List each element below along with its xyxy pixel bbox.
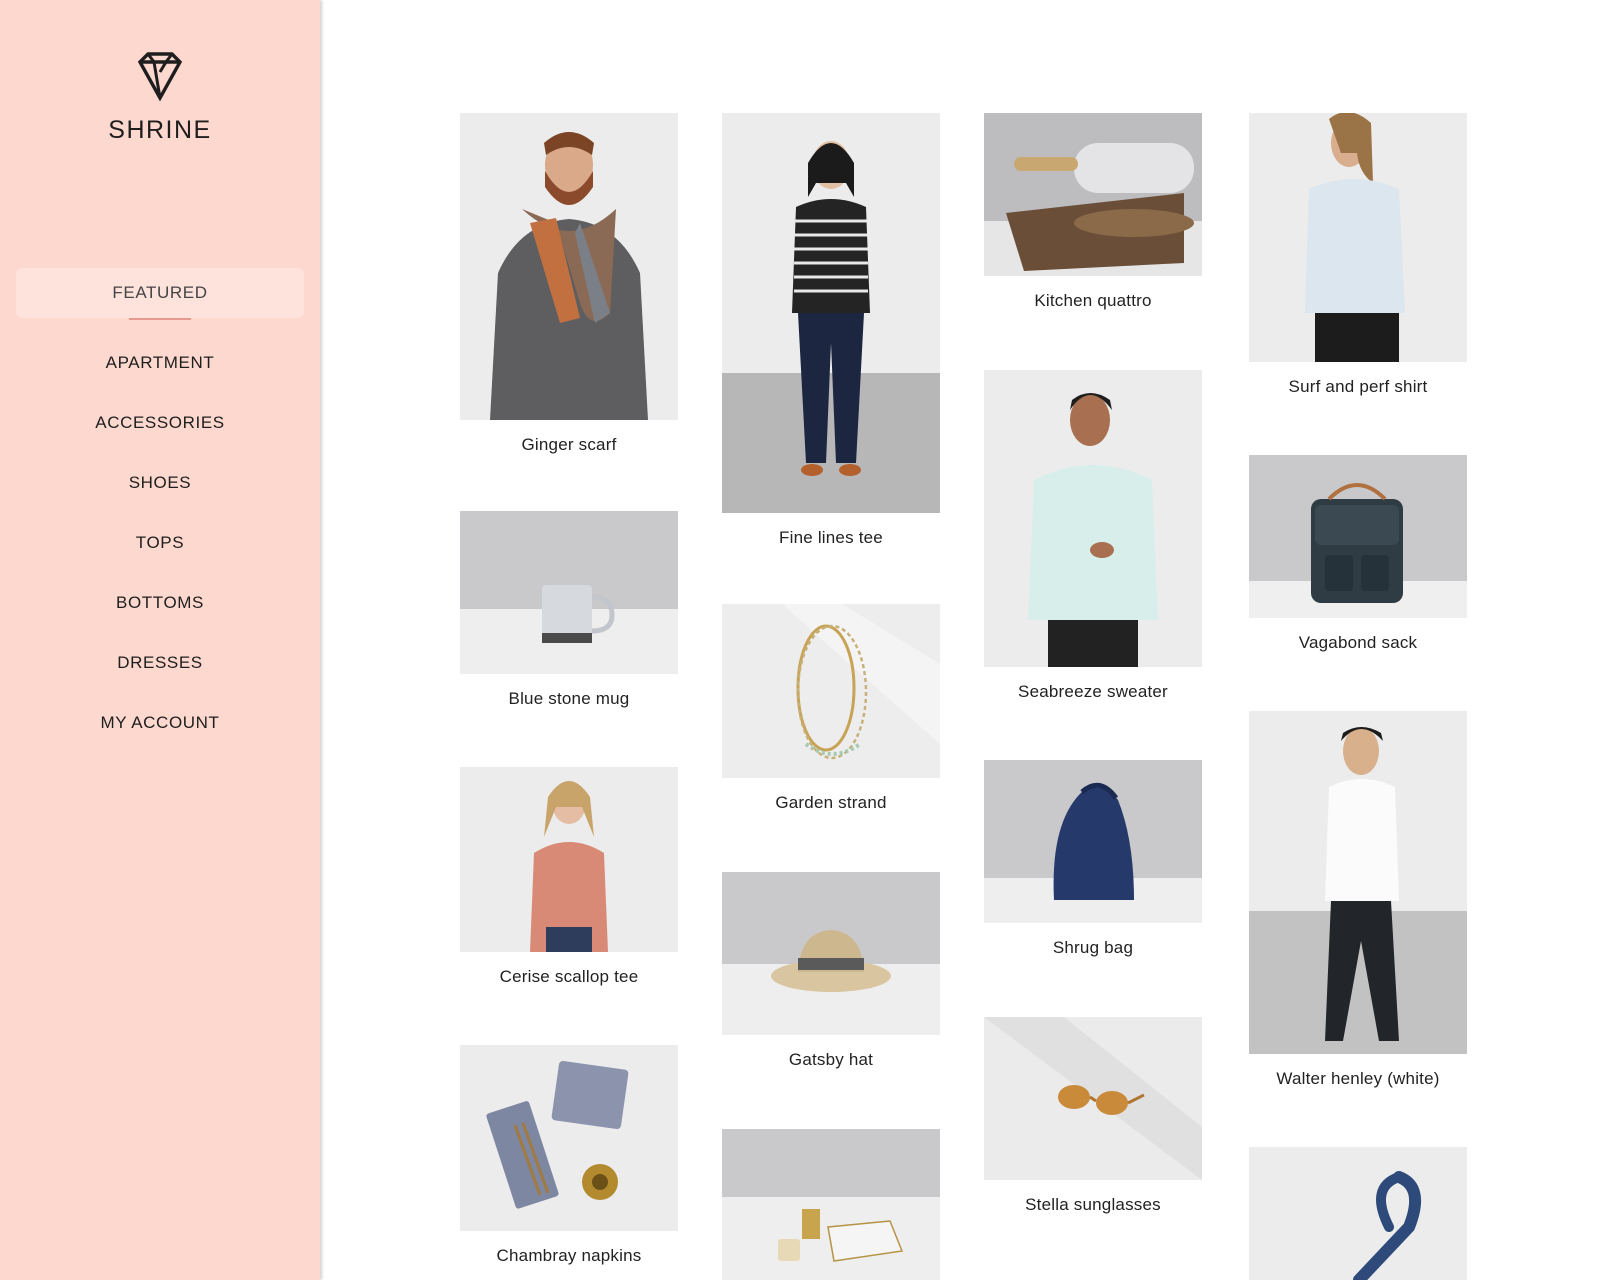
nav-item-label: MY ACCOUNT — [100, 713, 220, 732]
nav-item-my-account[interactable]: MY ACCOUNT — [16, 698, 304, 748]
product-name: Fine lines tee — [779, 528, 883, 547]
product-image — [460, 767, 678, 952]
brand: SHRINE — [0, 50, 320, 145]
product-name: Chambray napkins — [496, 1246, 642, 1265]
product-card-walter-henley-white[interactable]: Walter henley (white) — [1249, 711, 1467, 1089]
brand-name: SHRINE — [108, 116, 212, 144]
product-card-ginger-scarf[interactable]: Ginger scarf — [460, 113, 678, 455]
product-card-cerise-scallop-tee[interactable]: Cerise scallop tee — [460, 767, 678, 987]
nav-item-label: TOPS — [135, 533, 185, 552]
product-card-fine-lines-tee[interactable]: Fine lines tee — [722, 113, 940, 548]
nav-item-dresses[interactable]: DRESSES — [16, 638, 304, 688]
nav-item-featured[interactable]: FEATURED — [16, 268, 304, 320]
product-image — [722, 604, 940, 778]
product-name: Garden strand — [775, 793, 887, 812]
product-name: Seabreeze sweater — [1018, 682, 1168, 701]
app: SHRINE FEATURED APARTMENT ACCESSORIES SH… — [0, 0, 1600, 1280]
nav-item-label: SHOES — [128, 473, 192, 492]
product-card-stella-sunglasses[interactable]: Stella sunglasses — [984, 1017, 1202, 1215]
product-image — [984, 1017, 1202, 1180]
product-image — [722, 113, 940, 513]
product-image — [722, 1129, 940, 1280]
product-image — [984, 370, 1202, 667]
diamond-icon — [0, 50, 320, 102]
product-card-seabreeze-sweater[interactable]: Seabreeze sweater — [984, 370, 1202, 702]
nav-item-apartment[interactable]: APARTMENT — [16, 338, 304, 388]
nav-item-label: BOTTOMS — [116, 593, 204, 612]
nav-item-label: APARTMENT — [105, 353, 215, 372]
nav-item-accessories[interactable]: ACCESSORIES — [16, 398, 304, 448]
sidebar: SHRINE FEATURED APARTMENT ACCESSORIES SH… — [0, 0, 320, 1280]
nav-item-label: ACCESSORIES — [95, 413, 225, 432]
product-image — [1249, 455, 1467, 618]
product-name: Surf and perf shirt — [1288, 377, 1428, 396]
product-image — [1249, 1147, 1467, 1280]
product-image — [984, 113, 1202, 276]
active-indicator — [129, 318, 191, 320]
product-name: Walter henley (white) — [1276, 1069, 1440, 1088]
product-name: Vagabond sack — [1298, 633, 1418, 652]
product-name: Ginger scarf — [521, 435, 617, 454]
category-nav: FEATURED APARTMENT ACCESSORIES SHOES TOP… — [0, 268, 320, 758]
product-image — [460, 511, 678, 674]
nav-item-shoes[interactable]: SHOES — [16, 458, 304, 508]
nav-item-label: FEATURED — [112, 283, 208, 302]
product-image — [460, 1045, 678, 1231]
product-name: Blue stone mug — [508, 689, 630, 708]
product-name: Shrug bag — [1052, 938, 1134, 957]
product-card-vagabond-sack[interactable]: Vagabond sack — [1249, 455, 1467, 653]
product-card-shrug-bag[interactable]: Shrug bag — [984, 760, 1202, 958]
nav-item-label: DRESSES — [117, 653, 203, 672]
product-card-surf-and-perf-shirt[interactable]: Surf and perf shirt — [1249, 113, 1467, 397]
product-image — [722, 872, 940, 1035]
product-image — [1249, 113, 1467, 362]
product-card-desk-set[interactable] — [722, 1129, 940, 1280]
product-name: Gatsby hat — [788, 1050, 874, 1069]
product-image — [460, 113, 678, 420]
product-card-garden-strand[interactable]: Garden strand — [722, 604, 940, 813]
product-name: Cerise scallop tee — [499, 967, 639, 986]
product-name: Stella sunglasses — [1025, 1195, 1161, 1214]
nav-item-tops[interactable]: TOPS — [16, 518, 304, 568]
product-card-gatsby-hat[interactable]: Gatsby hat — [722, 872, 940, 1070]
product-name: Kitchen quattro — [1034, 291, 1152, 310]
nav-item-bottoms[interactable]: BOTTOMS — [16, 578, 304, 628]
product-image — [1249, 711, 1467, 1054]
product-card-keychain[interactable] — [1249, 1147, 1467, 1280]
product-card-chambray-napkins[interactable]: Chambray napkins — [460, 1045, 678, 1266]
product-card-blue-stone-mug[interactable]: Blue stone mug — [460, 511, 678, 709]
product-card-kitchen-quattro[interactable]: Kitchen quattro — [984, 113, 1202, 311]
product-image — [984, 760, 1202, 923]
product-grid: Ginger scarf Blue stone mug Cerise scall… — [320, 0, 1600, 1280]
